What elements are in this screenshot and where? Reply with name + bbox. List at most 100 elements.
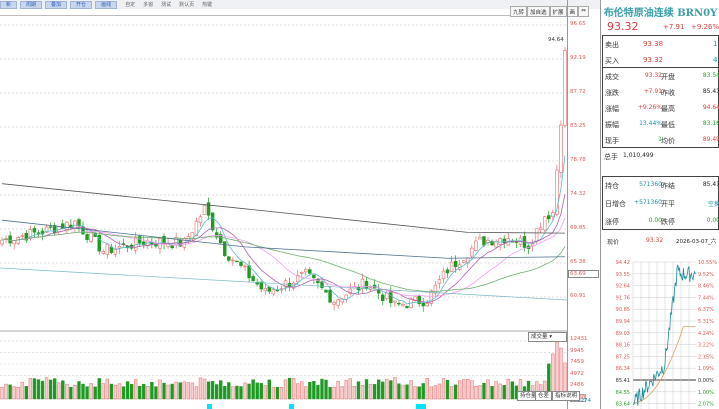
y-tick-label: 87.72 <box>570 88 586 95</box>
volume-bar <box>24 386 28 400</box>
candle <box>462 260 466 263</box>
volume-bar <box>251 379 255 400</box>
candle <box>73 220 77 229</box>
volume-bar <box>401 384 405 400</box>
candle <box>547 215 551 220</box>
volume-bar <box>36 379 41 400</box>
volume-selector[interactable]: 成交量 ▾ <box>528 332 567 342</box>
mini-pct-label: 1.09% <box>698 366 714 372</box>
instrument-title: 布伦特原油连续 BRN0Y <box>603 8 718 19</box>
volume-bar <box>69 386 73 400</box>
volume-bar <box>138 385 142 400</box>
volume-bar <box>316 384 320 400</box>
mini-pct-label: 2.15% <box>698 354 714 360</box>
chart-tool-button[interactable]: ⇔ <box>578 6 589 17</box>
mini-price-label: 89.94 <box>616 319 630 325</box>
volume-bar <box>198 377 203 400</box>
volume-bar <box>368 384 373 400</box>
volume-bar <box>279 387 284 400</box>
volume-bar <box>437 383 442 400</box>
mini-pct-label: 9.52% <box>698 272 714 278</box>
candle <box>12 240 16 245</box>
volume-bar <box>109 383 114 400</box>
candle <box>287 283 292 287</box>
volume-bar <box>421 383 425 400</box>
volume-bar <box>304 386 308 400</box>
chart-tool-button[interactable]: 画 <box>566 6 579 17</box>
now-value: 93.32 <box>646 237 664 244</box>
candle <box>425 303 429 307</box>
volume-bar <box>65 384 69 400</box>
y-tick-label: 60.91 <box>570 293 586 299</box>
candle <box>275 289 280 292</box>
stat-label: 涨跌 <box>605 89 619 97</box>
volume-bar <box>243 382 247 400</box>
candle <box>89 232 93 242</box>
stat-label: 昨结 <box>661 182 675 190</box>
volume-bar <box>206 381 211 400</box>
y-tick-label: 96.65 <box>570 21 586 27</box>
volume-bar <box>372 384 377 400</box>
intraday-chart[interactable]: 94.42 10.55% 93.55 9.52% 92.64 8.46% 91.76 7.44… <box>601 255 719 409</box>
volume-bar <box>397 383 401 400</box>
volume-bar <box>89 383 93 400</box>
volume-bar <box>190 382 195 400</box>
volume-tick-label: 9945 <box>570 347 584 354</box>
volume-bar <box>425 378 429 400</box>
volume-bar <box>215 384 219 400</box>
stat-value: 94.64 <box>702 104 719 111</box>
volume-bar <box>231 386 235 400</box>
candle <box>433 284 438 294</box>
volume-bar <box>389 380 393 400</box>
volume-bar <box>28 378 33 400</box>
volume-bar <box>121 386 126 400</box>
kline-chart[interactable]: 94.64 <box>0 0 567 409</box>
volume-bar <box>377 379 381 400</box>
mini-pct-label: 2.07% <box>698 402 714 408</box>
volume-bar <box>255 382 259 400</box>
candle <box>324 289 328 293</box>
mini-price-label: 87.25 <box>616 354 630 360</box>
buy-price[interactable]: 93.32 <box>643 56 663 64</box>
volume-bar <box>458 380 462 400</box>
volume-bar <box>48 379 53 400</box>
volume-bar <box>466 379 470 400</box>
stat-value: 13.44% <box>639 120 662 127</box>
stat-label: 开平 <box>661 200 675 208</box>
volume-bar <box>8 384 12 400</box>
volume-bar <box>267 379 271 400</box>
volume-bar <box>413 386 417 400</box>
mini-pct-label: 3.22% <box>698 343 714 349</box>
mini-pct-label: 5.31% <box>698 319 714 325</box>
volume-bar <box>478 385 482 400</box>
volume-bar <box>348 378 352 400</box>
candle <box>202 205 207 215</box>
mini-pct-label: 0.00% <box>698 378 714 384</box>
candle <box>441 270 446 279</box>
volume-bar <box>219 380 223 400</box>
mini-price-label: 89.03 <box>616 331 630 337</box>
volume-bar <box>449 386 454 400</box>
volume-bar <box>113 384 118 400</box>
volume-bar <box>312 381 316 400</box>
volume-bar <box>445 379 450 400</box>
volume-bar <box>470 380 474 400</box>
volume-bar <box>364 379 369 400</box>
indicator-help-button[interactable]: 指标说明 <box>552 391 581 401</box>
volume-bar <box>4 383 8 400</box>
position-diff-button[interactable]: 仓差 <box>535 391 553 401</box>
volume-bar <box>40 380 45 400</box>
candle <box>401 304 405 307</box>
candle <box>235 260 239 263</box>
candle <box>385 292 389 300</box>
candle <box>551 212 555 218</box>
candle <box>502 238 506 244</box>
volume-bar <box>356 381 361 400</box>
volume-bar <box>336 381 340 400</box>
volume-tick-label: 4972 <box>570 370 584 377</box>
sell-price[interactable]: 93.38 <box>643 40 663 48</box>
stat-value: 83.16 <box>702 120 719 127</box>
volume-bar <box>174 381 178 400</box>
volume-tick-label: 2486 <box>570 382 584 388</box>
volume-bar <box>393 377 397 400</box>
